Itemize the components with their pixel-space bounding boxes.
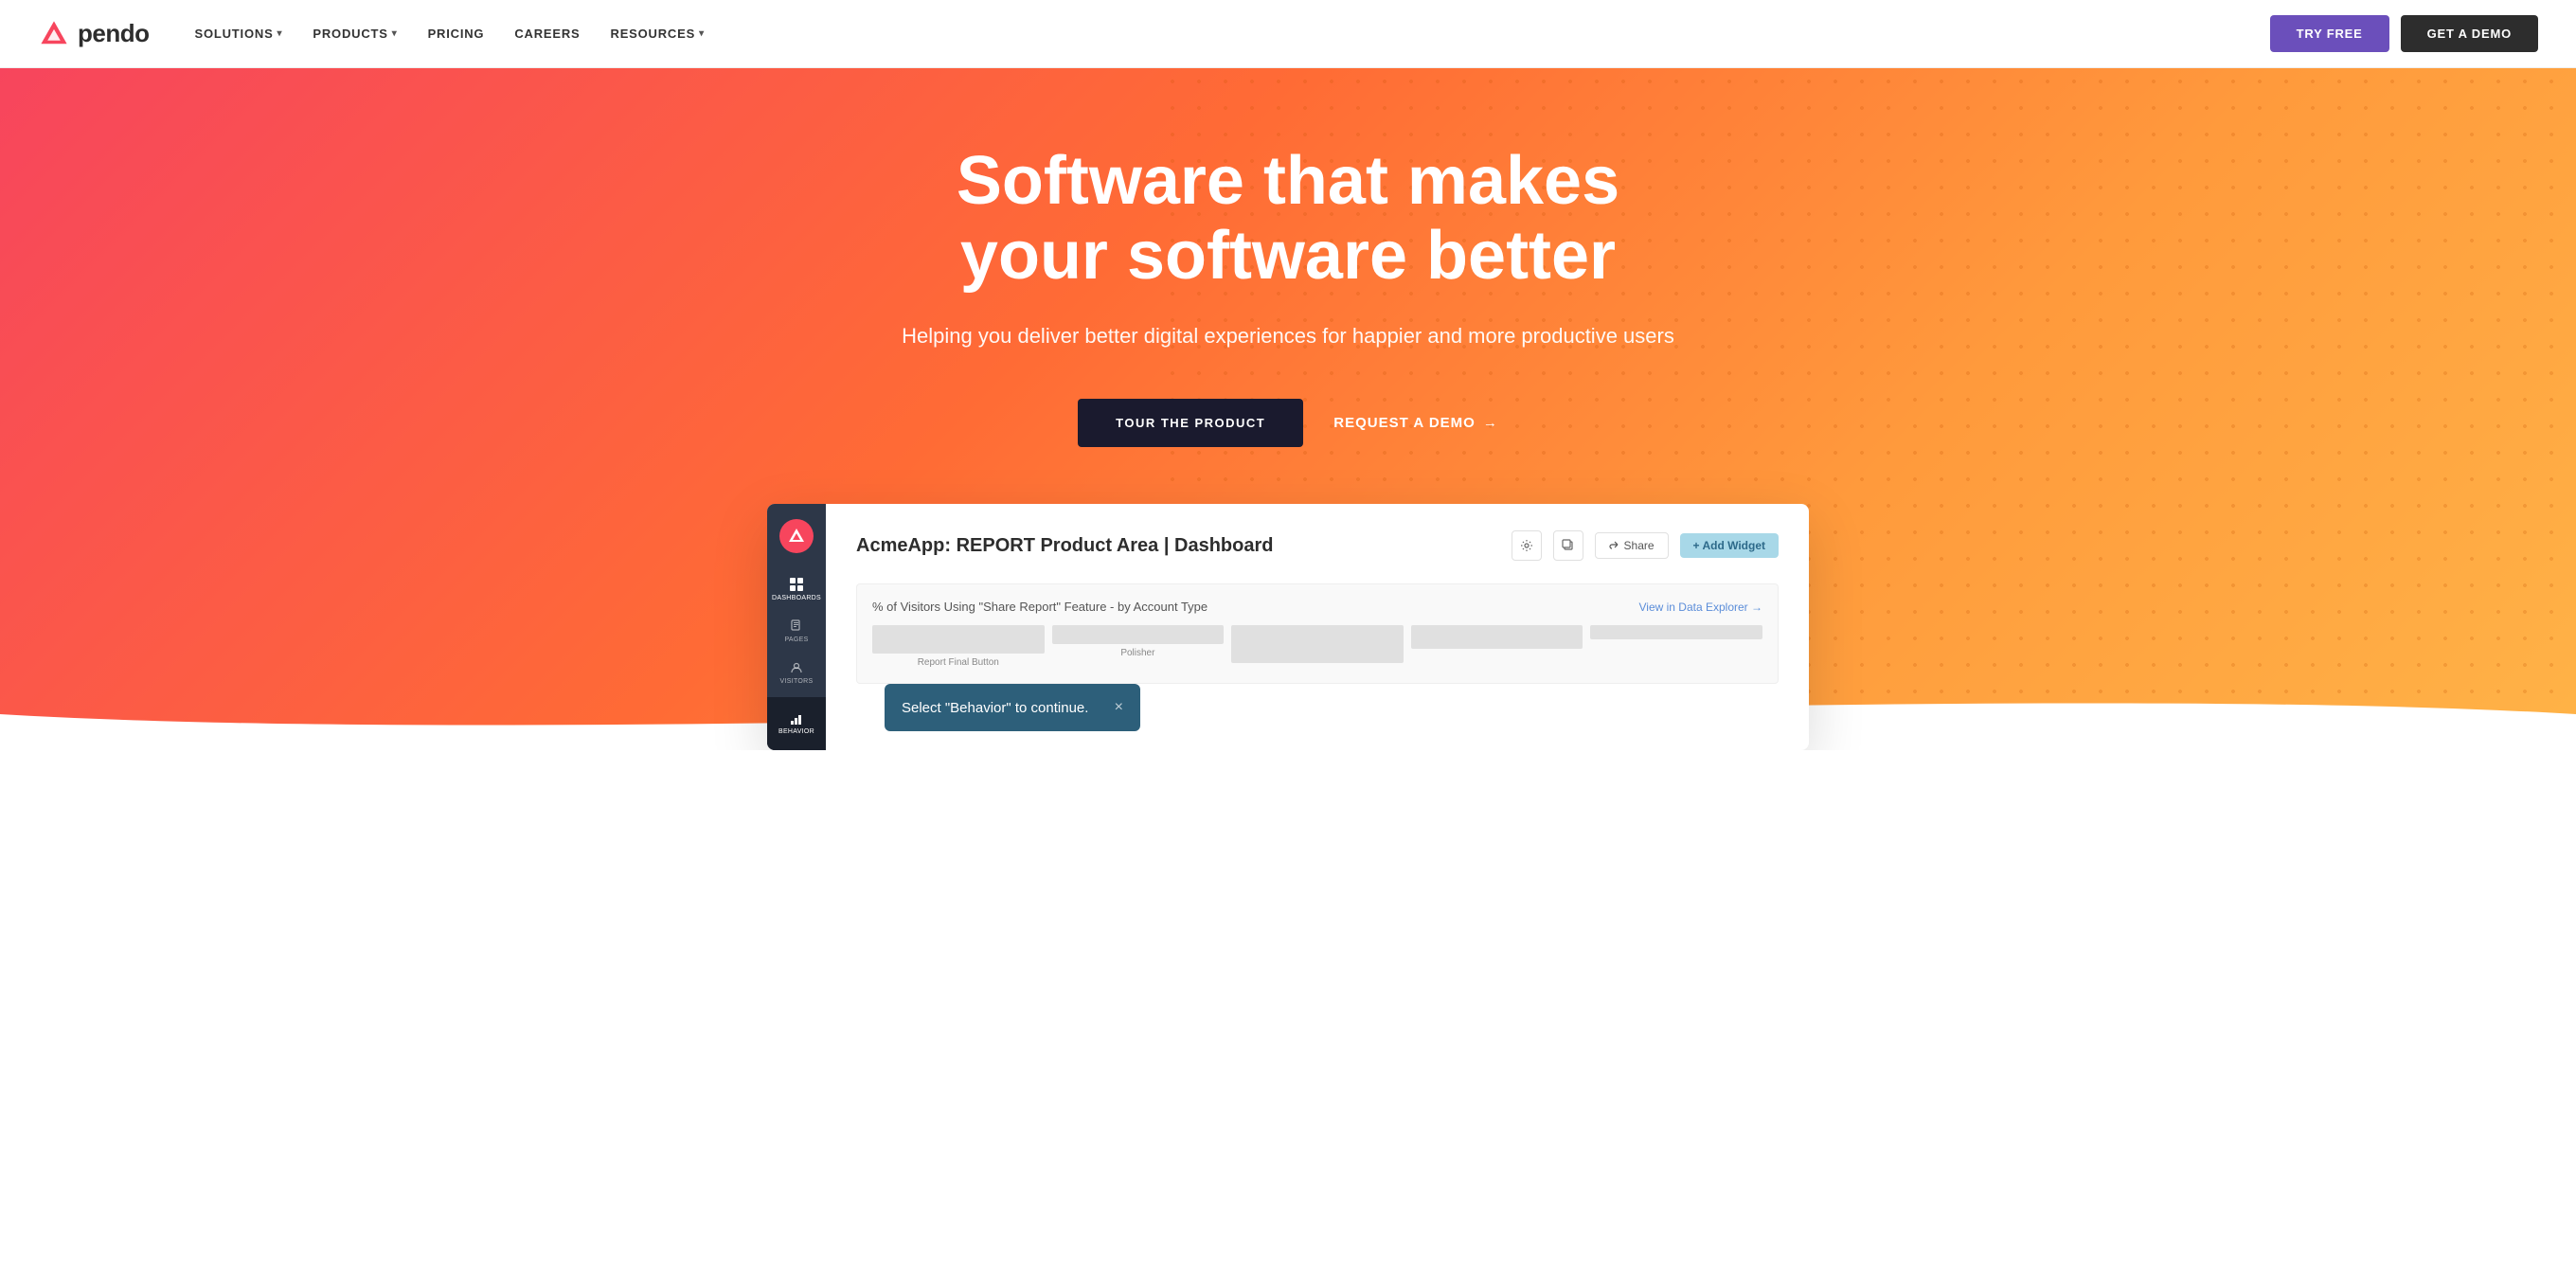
logo[interactable]: pendo xyxy=(38,18,150,50)
nav-actions: TRY FREE GET A DEMO xyxy=(2270,15,2538,52)
chevron-down-icon: ▾ xyxy=(699,28,705,39)
sidebar-item-dashboards[interactable]: Dashboards xyxy=(779,572,814,606)
chart-col-2: Polisher xyxy=(1052,625,1225,668)
copy-icon xyxy=(1562,539,1575,552)
copy-button[interactable] xyxy=(1553,530,1583,561)
get-demo-button[interactable]: GET A DEMO xyxy=(2401,15,2538,52)
share-button[interactable]: Share xyxy=(1595,532,1669,559)
hero-content: Software that makes your software better… xyxy=(862,144,1714,504)
dashboards-icon xyxy=(790,578,803,591)
chart-col-5 xyxy=(1590,625,1762,668)
sidebar-behavior-label: Behavior xyxy=(778,728,814,735)
sidebar-visitors-label: Visitors xyxy=(780,678,814,685)
sidebar-logo xyxy=(779,519,814,553)
tooltip-close-button[interactable]: × xyxy=(1115,699,1123,716)
chart-col-4 xyxy=(1411,625,1583,668)
tooltip-message: Select "Behavior" to continue. xyxy=(902,700,1088,716)
chart-header: % of Visitors Using "Share Report" Featu… xyxy=(872,600,1762,614)
nav-solutions[interactable]: SOLUTIONS ▾ xyxy=(195,27,283,41)
sidebar-dashboards-label: Dashboards xyxy=(772,595,821,601)
chart-section: % of Visitors Using "Share Report" Featu… xyxy=(856,583,1779,684)
sidebar-item-behavior[interactable]: Behavior xyxy=(767,697,826,750)
dashboard-title: AcmeApp: REPORT Product Area | Dashboard xyxy=(856,535,1273,557)
hero-section: Software that makes your software better… xyxy=(0,68,2576,750)
chart-col-3 xyxy=(1231,625,1404,668)
chevron-down-icon: ▾ xyxy=(392,28,398,39)
hero-subtitle: Helping you deliver better digital exper… xyxy=(881,320,1695,351)
sidebar-item-visitors[interactable]: Visitors xyxy=(779,655,814,690)
nav-careers[interactable]: CAREERS xyxy=(514,27,580,41)
dashboard-main: AcmeApp: REPORT Product Area | Dashboard xyxy=(826,504,1809,750)
tooltip-popup: Select "Behavior" to continue. × xyxy=(885,684,1140,731)
pages-icon xyxy=(790,619,803,633)
dashboard-header: AcmeApp: REPORT Product Area | Dashboard xyxy=(856,530,1779,561)
dashboard-preview: Dashboards Pages Visitors xyxy=(767,504,1809,750)
nav-pricing[interactable]: PRICING xyxy=(428,27,485,41)
try-free-button[interactable]: TRY FREE xyxy=(2270,15,2389,52)
share-icon xyxy=(1609,541,1619,550)
nav-links: SOLUTIONS ▾ PRODUCTS ▾ PRICING CAREERS R… xyxy=(195,27,2270,41)
arrow-icon: → xyxy=(1483,415,1498,431)
add-widget-button[interactable]: + Add Widget xyxy=(1680,533,1779,558)
chart-title: % of Visitors Using "Share Report" Featu… xyxy=(872,600,1208,614)
chart-bars: Report Final Button Polisher xyxy=(872,625,1762,668)
navbar: pendo SOLUTIONS ▾ PRODUCTS ▾ PRICING CAR… xyxy=(0,0,2576,68)
hero-ctas: TOUR THE PRODUCT REQUEST A DEMO → xyxy=(881,399,1695,447)
settings-button[interactable] xyxy=(1512,530,1542,561)
logo-text: pendo xyxy=(78,19,150,48)
chart-col-1: Report Final Button xyxy=(872,625,1045,668)
request-demo-button[interactable]: REQUEST A DEMO → xyxy=(1333,415,1498,431)
tour-product-button[interactable]: TOUR THE PRODUCT xyxy=(1078,399,1303,447)
sidebar-pages-label: Pages xyxy=(784,636,808,643)
dashboard-sidebar: Dashboards Pages Visitors xyxy=(767,504,826,750)
pendo-logo-icon xyxy=(38,18,70,50)
gear-icon xyxy=(1520,539,1533,552)
nav-resources[interactable]: RESOURCES ▾ xyxy=(611,27,705,41)
sidebar-item-pages[interactable]: Pages xyxy=(779,614,814,648)
chart-link[interactable]: View in Data Explorer → xyxy=(1639,601,1763,614)
chevron-down-icon: ▾ xyxy=(277,28,283,39)
hero-title: Software that makes your software better xyxy=(881,144,1695,294)
dashboard-actions: Share + Add Widget xyxy=(1512,530,1779,561)
visitors-icon xyxy=(790,661,803,674)
bottom-section xyxy=(0,750,2576,826)
behavior-icon xyxy=(790,712,803,726)
nav-products[interactable]: PRODUCTS ▾ xyxy=(313,27,397,41)
